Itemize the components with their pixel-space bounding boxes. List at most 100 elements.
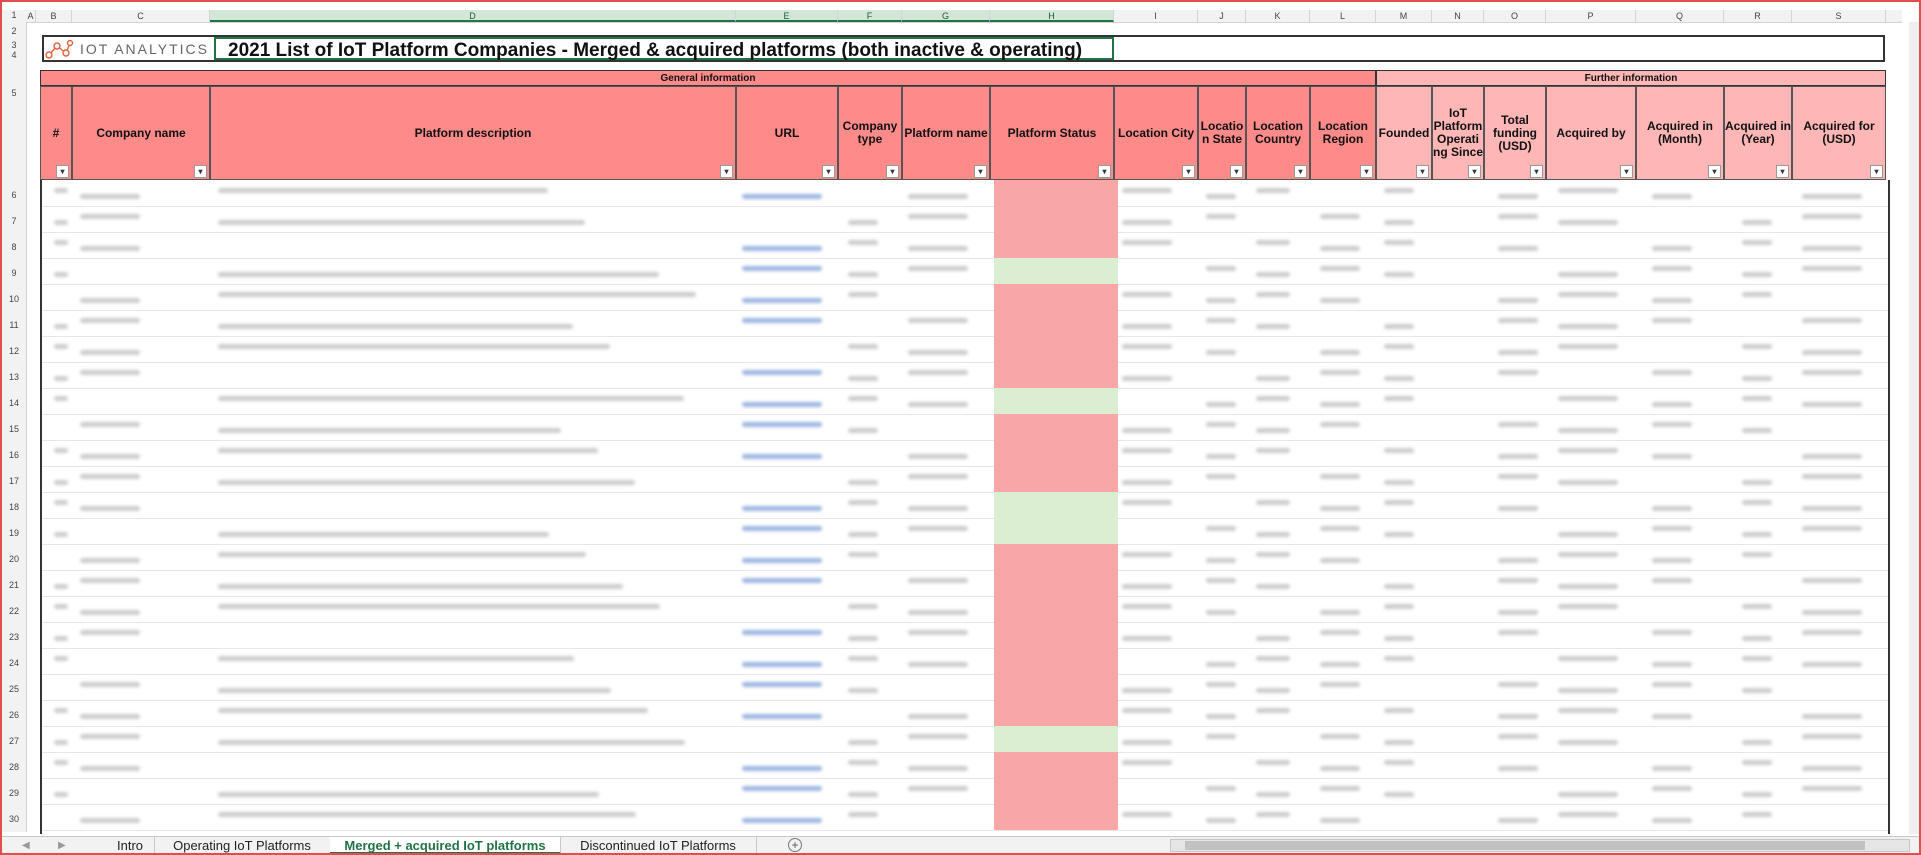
row-number-17[interactable]: 17 [2, 476, 26, 486]
table-row[interactable] [42, 466, 1888, 493]
row-number-11[interactable]: 11 [2, 320, 26, 330]
row-number-23[interactable]: 23 [2, 632, 26, 642]
row-number-1[interactable]: 1 [2, 10, 26, 20]
row-number-8[interactable]: 8 [2, 242, 26, 252]
filter-dropdown-icon[interactable]: ▾ [1098, 165, 1111, 178]
filter-dropdown-icon[interactable]: ▾ [1230, 165, 1243, 178]
table-row[interactable] [42, 544, 1888, 571]
platform-status-cell[interactable] [994, 700, 1118, 726]
platform-status-cell[interactable] [994, 492, 1118, 518]
table-row[interactable] [42, 414, 1888, 441]
row-number-7[interactable]: 7 [2, 216, 26, 226]
row-number-27[interactable]: 27 [2, 736, 26, 746]
column-letter-o[interactable]: O [1484, 10, 1546, 22]
tab-scroll-left-icon[interactable]: ◀ [22, 837, 30, 853]
filter-dropdown-icon[interactable]: ▾ [194, 165, 207, 178]
table-row[interactable] [42, 232, 1888, 259]
filter-dropdown-icon[interactable]: ▾ [1708, 165, 1721, 178]
filter-dropdown-icon[interactable]: ▾ [56, 165, 69, 178]
platform-status-cell[interactable] [994, 310, 1118, 336]
platform-status-cell[interactable] [994, 336, 1118, 362]
column-letter-r[interactable]: R [1724, 10, 1792, 22]
row-number-2[interactable]: 2 [2, 26, 26, 36]
column-letter-d[interactable]: D [210, 10, 736, 22]
column-letter-m[interactable]: M [1376, 10, 1432, 22]
platform-status-cell[interactable] [994, 570, 1118, 596]
platform-status-cell[interactable] [994, 726, 1118, 752]
table-row[interactable] [42, 804, 1888, 831]
vertical-scrollbar[interactable] [1909, 22, 1919, 834]
table-row[interactable] [42, 492, 1888, 519]
platform-status-cell[interactable] [994, 258, 1118, 284]
row-number-5[interactable]: 5 [2, 88, 26, 98]
platform-status-cell[interactable] [994, 388, 1118, 414]
row-number-10[interactable]: 10 [2, 294, 26, 304]
row-number-18[interactable]: 18 [2, 502, 26, 512]
platform-status-cell[interactable] [994, 284, 1118, 310]
column-letter-l[interactable]: L [1310, 10, 1376, 22]
row-number-6[interactable]: 6 [2, 190, 26, 200]
platform-status-cell[interactable] [994, 648, 1118, 674]
sheet-title[interactable]: 2021 List of IoT Platform Companies - Me… [214, 37, 1114, 61]
row-number-21[interactable]: 21 [2, 580, 26, 590]
filter-dropdown-icon[interactable]: ▾ [1530, 165, 1543, 178]
table-row[interactable] [42, 206, 1888, 233]
platform-status-cell[interactable] [994, 752, 1118, 778]
tab-operating-iot-platforms[interactable]: Operating IoT Platforms [154, 837, 331, 853]
column-letter-h[interactable]: H [990, 10, 1114, 22]
platform-status-cell[interactable] [994, 362, 1118, 388]
column-letter-c[interactable]: C [72, 10, 210, 22]
table-row[interactable] [42, 648, 1888, 675]
column-letter-i[interactable]: I [1114, 10, 1198, 22]
filter-dropdown-icon[interactable]: ▾ [1360, 165, 1373, 178]
tab-merged-acquired-iot-platforms[interactable]: Merged + acquired IoT platforms [330, 837, 561, 853]
tab-scroll-right-icon[interactable]: ▶ [58, 837, 66, 853]
platform-status-cell[interactable] [994, 466, 1118, 492]
column-letter-f[interactable]: F [838, 10, 902, 22]
row-number-9[interactable]: 9 [2, 268, 26, 278]
platform-status-cell[interactable] [994, 622, 1118, 648]
platform-status-cell[interactable] [994, 206, 1118, 232]
column-letter-n[interactable]: N [1432, 10, 1484, 22]
column-letter-b[interactable]: B [36, 10, 72, 22]
filter-dropdown-icon[interactable]: ▾ [1776, 165, 1789, 178]
row-number-29[interactable]: 29 [2, 788, 26, 798]
table-row[interactable] [42, 596, 1888, 623]
table-row[interactable] [42, 362, 1888, 389]
filter-dropdown-icon[interactable]: ▾ [1468, 165, 1481, 178]
column-letter-a[interactable]: A [26, 10, 36, 22]
tab-intro[interactable]: Intro [106, 837, 155, 853]
filter-dropdown-icon[interactable]: ▾ [1182, 165, 1195, 178]
filter-dropdown-icon[interactable]: ▾ [1870, 165, 1883, 178]
table-row[interactable] [42, 180, 1888, 207]
table-row[interactable] [42, 570, 1888, 597]
row-number-3[interactable]: 3 [2, 40, 26, 50]
filter-dropdown-icon[interactable]: ▾ [1294, 165, 1307, 178]
column-letter-q[interactable]: Q [1636, 10, 1724, 22]
row-number-14[interactable]: 14 [2, 398, 26, 408]
table-row[interactable] [42, 284, 1888, 311]
column-letter-e[interactable]: E [736, 10, 838, 22]
row-number-24[interactable]: 24 [2, 658, 26, 668]
platform-status-cell[interactable] [994, 804, 1118, 830]
platform-status-cell[interactable] [994, 440, 1118, 466]
table-row[interactable] [42, 700, 1888, 727]
row-number-12[interactable]: 12 [2, 346, 26, 356]
platform-status-cell[interactable] [994, 544, 1118, 570]
row-number-22[interactable]: 22 [2, 606, 26, 616]
platform-status-cell[interactable] [994, 778, 1118, 804]
row-number-26[interactable]: 26 [2, 710, 26, 720]
platform-status-cell[interactable] [994, 674, 1118, 700]
column-letter-p[interactable]: P [1546, 10, 1636, 22]
table-row[interactable] [42, 336, 1888, 363]
table-row[interactable] [42, 752, 1888, 779]
row-number-20[interactable]: 20 [2, 554, 26, 564]
table-row[interactable] [42, 310, 1888, 337]
row-number-25[interactable]: 25 [2, 684, 26, 694]
row-number-15[interactable]: 15 [2, 424, 26, 434]
scrollbar-thumb[interactable] [1185, 841, 1865, 850]
platform-status-cell[interactable] [994, 414, 1118, 440]
filter-dropdown-icon[interactable]: ▾ [1416, 165, 1429, 178]
table-row[interactable] [42, 674, 1888, 701]
row-number-16[interactable]: 16 [2, 450, 26, 460]
